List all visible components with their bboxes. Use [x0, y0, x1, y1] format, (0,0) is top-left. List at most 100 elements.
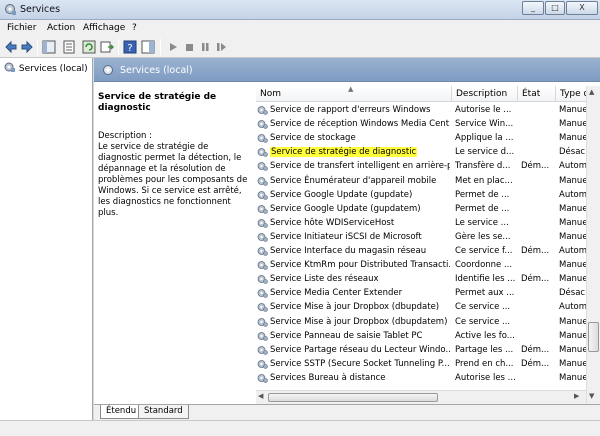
column-header-type[interactable]: Type d	[556, 86, 586, 102]
refresh-icon[interactable]	[82, 40, 96, 54]
export-list-icon[interactable]	[100, 40, 114, 54]
service-gear-icon	[257, 204, 268, 214]
tab-etendu[interactable]: Étendu	[100, 405, 143, 419]
table-row[interactable]: Services Bureau à distance Autorise les .…	[256, 371, 586, 385]
table-row[interactable]: Service KtmRm pour Distributed Transacti…	[256, 258, 586, 272]
row-state	[521, 329, 555, 343]
scroll-up-icon[interactable]: ▲	[589, 88, 594, 96]
scroll-left-icon[interactable]: ◀	[258, 392, 263, 400]
pause-service-icon[interactable]	[198, 40, 212, 54]
vertical-scroll-thumb[interactable]	[588, 322, 599, 352]
row-name: Service Media Center Extender	[256, 286, 450, 300]
table-row[interactable]: Service Partage réseau du Lecteur Windo.…	[256, 343, 586, 357]
table-row[interactable]: Service de stockage Applique la ... Manue	[256, 131, 586, 145]
service-gear-icon	[257, 275, 268, 284]
row-name: Service KtmRm pour Distributed Transacti…	[256, 258, 450, 272]
window-title: Services	[20, 4, 61, 15]
services-list: Nom ▲ Description État Type d Service de…	[256, 86, 586, 404]
table-row[interactable]: Service Liste des réseaux Identifie les .…	[256, 272, 586, 286]
row-description: Met en plac...	[455, 175, 513, 186]
row-name: Service Liste des réseaux	[256, 272, 450, 286]
horizontal-scrollbar[interactable]: ◀ ▶	[256, 390, 586, 404]
services-icon	[4, 62, 15, 72]
vertical-scrollbar[interactable]: ▲ ▼	[586, 86, 600, 404]
table-row[interactable]: Service Interface du magasin réseau Ce se…	[256, 244, 586, 258]
service-gear-icon	[257, 331, 268, 341]
row-type: Manue	[559, 119, 586, 130]
row-name: Service Initiateur iSCSI de Microsoft	[256, 230, 450, 244]
row-name: Service de rapport d'erreurs Windows	[256, 103, 450, 117]
tree-node-services-local[interactable]: Services (local)	[4, 62, 88, 74]
minimize-button[interactable]: _	[522, 1, 544, 15]
row-state	[521, 103, 555, 117]
maximize-button[interactable]: □	[545, 1, 565, 15]
back-arrow-icon[interactable]	[4, 40, 18, 54]
show-hide-pane-icon[interactable]	[141, 40, 155, 54]
column-header-description[interactable]: Description	[452, 86, 518, 102]
service-gear-icon	[257, 106, 268, 115]
row-state	[521, 371, 555, 385]
row-type: Manue	[559, 133, 586, 144]
tab-standard[interactable]: Standard	[138, 405, 189, 419]
row-name: Service Partage réseau du Lecteur Windo.…	[256, 343, 450, 357]
row-name: Services Bureau à distance	[256, 371, 450, 385]
column-header-state[interactable]: État	[518, 86, 556, 102]
row-name-text: Service KtmRm pour Distributed Transacti…	[270, 260, 450, 271]
row-name-text: Service Google Update (gupdate)	[270, 189, 413, 200]
table-row[interactable]: Service de réception Windows Media Cent.…	[256, 117, 586, 131]
table-row[interactable]: Service Panneau de saisie Tablet PC Activ…	[256, 329, 586, 343]
row-name-text: Service de réception Windows Media Cent.…	[270, 119, 450, 130]
scroll-down-icon[interactable]: ▼	[589, 392, 594, 400]
row-state: Dém...	[521, 246, 550, 256]
detail-description-label: Description :	[98, 131, 152, 141]
table-row[interactable]: Service Initiateur iSCSI de Microsoft Gèr…	[256, 230, 586, 244]
row-type: Manue	[559, 231, 586, 242]
column-header-name[interactable]: Nom ▲	[256, 86, 452, 102]
row-type: Désac	[559, 147, 586, 158]
row-description: Ce service f...	[455, 246, 513, 256]
sort-ascending-icon: ▲	[348, 86, 354, 93]
row-state	[521, 174, 555, 188]
view-tabs: Étendu Standard	[94, 404, 600, 420]
table-row[interactable]: Service Google Update (gupdatem) Permet d…	[256, 202, 586, 216]
table-row[interactable]: Service de stratégie de diagnostic Le ser…	[256, 145, 586, 159]
forward-arrow-icon[interactable]	[20, 40, 34, 54]
console-tree-icon[interactable]	[42, 40, 56, 54]
table-row[interactable]: Service Mise à jour Dropbox (dbupdate) Ce…	[256, 300, 586, 314]
row-name: Service SSTP (Secure Socket Tunneling P.…	[256, 357, 450, 371]
row-type: Manue	[559, 330, 586, 341]
row-state	[521, 258, 555, 272]
help-icon[interactable]: ?	[123, 40, 137, 54]
row-state	[521, 300, 555, 314]
properties-icon[interactable]	[62, 40, 76, 54]
close-button[interactable]: X	[566, 1, 598, 15]
row-name-text: Services Bureau à distance	[270, 372, 386, 383]
table-row[interactable]: Service Google Update (gupdate) Permet de…	[256, 188, 586, 202]
start-service-icon[interactable]	[166, 40, 180, 54]
table-row[interactable]: Service de rapport d'erreurs Windows Auto…	[256, 103, 586, 117]
panel-header: Services (local)	[94, 58, 600, 82]
horizontal-scroll-thumb[interactable]	[268, 393, 438, 402]
stop-service-icon[interactable]	[182, 40, 196, 54]
row-type: Manue	[559, 217, 586, 228]
row-name: Service Google Update (gupdate)	[256, 188, 450, 202]
table-row[interactable]: Service hôte WDIServiceHost Le service ..…	[256, 216, 586, 230]
menu-affichage[interactable]: Affichage	[83, 23, 125, 33]
menu-action[interactable]: Action	[47, 23, 75, 33]
row-description: Ce service ...	[455, 316, 511, 327]
menu-fichier[interactable]: Fichier	[7, 23, 36, 33]
table-row[interactable]: Service Mise à jour Dropbox (dbupdatem) C…	[256, 315, 586, 329]
menu-help[interactable]: ?	[132, 23, 137, 33]
row-state: Dém...	[521, 344, 550, 355]
table-row[interactable]: Service de transfert intelligent en arri…	[256, 159, 586, 173]
scroll-right-icon[interactable]: ▶	[574, 392, 579, 400]
row-type: Manue	[559, 316, 586, 327]
service-gear-icon	[257, 247, 268, 256]
restart-service-icon[interactable]	[214, 40, 228, 54]
service-gear-icon	[257, 162, 268, 172]
table-row[interactable]: Service Énumérateur d'appareil mobile Met…	[256, 174, 586, 188]
table-row[interactable]: Service SSTP (Secure Socket Tunneling P.…	[256, 357, 586, 371]
row-name-text: Service Partage réseau du Lecteur Windo.…	[270, 344, 450, 355]
row-type: Autom	[559, 189, 586, 200]
table-row[interactable]: Service Media Center Extender Permet aux …	[256, 286, 586, 300]
